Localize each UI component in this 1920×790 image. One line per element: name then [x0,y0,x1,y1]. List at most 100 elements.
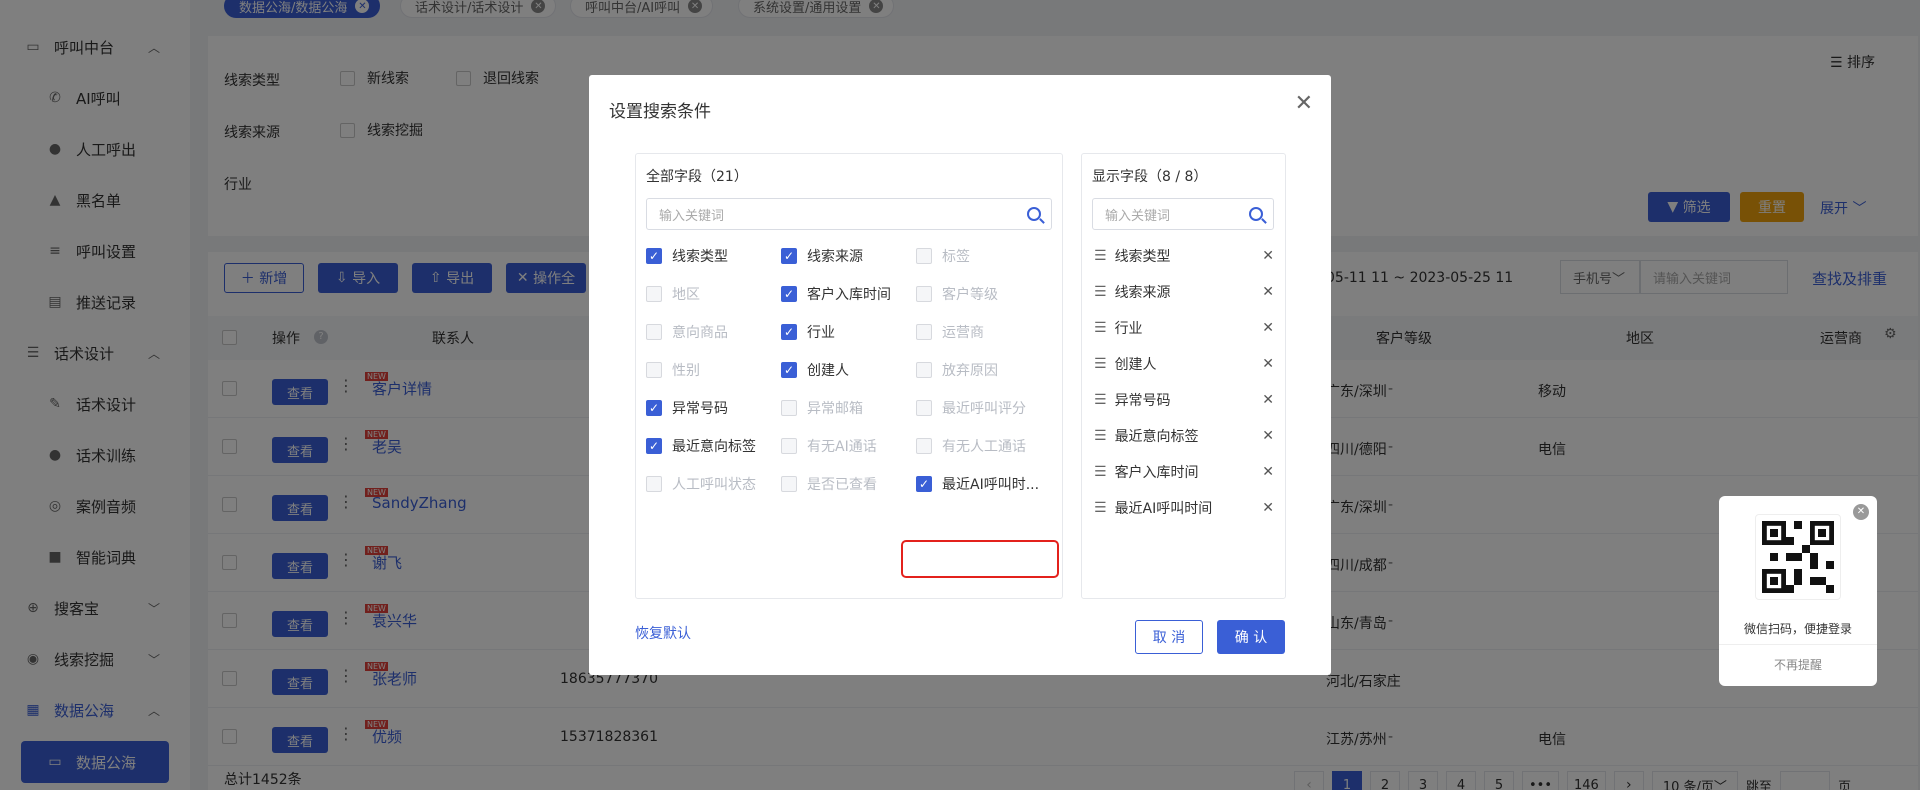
close-icon[interactable]: ✕ [1295,91,1313,116]
drag-handle-icon[interactable]: ☰ [1094,428,1107,444]
field-option: 是否已查看 [781,474,877,494]
drag-handle-icon[interactable]: ☰ [1094,356,1107,372]
selected-field-label: 行业 [1114,321,1143,337]
restore-default-link[interactable]: 恢复默认 [635,623,691,643]
checkbox [646,476,662,492]
selected-field-label: 最近AI呼叫时间 [1114,501,1213,517]
checkbox[interactable]: ✓ [646,438,662,454]
remove-icon[interactable]: ✕ [1262,464,1274,480]
all-fields-title: 全部字段（21） [646,169,748,185]
close-icon[interactable]: ✕ [1853,504,1869,520]
drag-handle-icon[interactable]: ☰ [1094,500,1107,516]
checkbox[interactable]: ✓ [781,286,797,302]
selected-field-item[interactable]: ☰ 异常号码 ✕ [1094,390,1274,410]
field-option[interactable]: ✓ 异常号码 [646,398,728,418]
selected-field-label: 线索类型 [1114,249,1171,265]
remove-icon[interactable]: ✕ [1262,356,1274,372]
checkbox[interactable]: ✓ [781,362,797,378]
all-fields-panel: 全部字段（21） 输入关键词 ✓ 线索类型 ✓ 线索来源 标签 地区 ✓ 客户入库时间 客户等级… [635,153,1063,599]
selected-field-item[interactable]: ☰ 线索来源 ✕ [1094,282,1274,302]
field-label: 最近AI呼叫时... [942,477,1040,493]
field-label: 客户入库时间 [807,287,891,303]
checkbox [916,248,932,264]
checkbox[interactable]: ✓ [646,400,662,416]
checkbox [646,286,662,302]
qr-code-icon [1762,521,1834,593]
highlight-box [901,540,1059,578]
remove-icon[interactable]: ✕ [1262,500,1274,516]
selected-field-item[interactable]: ☰ 线索类型 ✕ [1094,246,1274,266]
field-option[interactable]: ✓ 客户入库时间 [781,284,891,304]
field-option: 人工呼叫状态 [646,474,756,494]
field-option[interactable]: ✓ 线索来源 [781,246,863,266]
selected-field-item[interactable]: ☰ 最近AI呼叫时间 ✕ [1094,498,1274,518]
remove-icon[interactable]: ✕ [1262,392,1274,408]
drag-handle-icon[interactable]: ☰ [1094,320,1107,336]
field-label: 线索来源 [807,249,863,265]
selected-field-item[interactable]: ☰ 最近意向标签 ✕ [1094,426,1274,446]
checkbox [916,324,932,340]
field-option: 性别 [646,360,700,380]
confirm-button[interactable]: 确 认 [1217,620,1285,654]
drag-handle-icon[interactable]: ☰ [1094,392,1107,408]
field-option: 最近呼叫评分 [916,398,1026,418]
remove-icon[interactable]: ✕ [1262,248,1274,264]
field-label: 最近意向标签 [672,439,756,455]
field-label: 异常号码 [672,401,728,417]
field-option: 异常邮箱 [781,398,863,418]
field-label: 性别 [672,363,700,379]
drag-handle-icon[interactable]: ☰ [1094,464,1107,480]
field-label: 有无人工通话 [942,439,1026,455]
shown-fields-title: 显示字段（8 / 8） [1092,169,1208,185]
all-fields-search-input[interactable]: 输入关键词 [646,198,1052,230]
checkbox [781,476,797,492]
selected-field-item[interactable]: ☰ 创建人 ✕ [1094,354,1274,374]
field-option: 有无AI通话 [781,436,877,456]
selected-field-label: 最近意向标签 [1114,429,1199,445]
drag-handle-icon[interactable]: ☰ [1094,284,1107,300]
search-placeholder: 输入关键词 [1105,208,1171,224]
selected-field-item[interactable]: ☰ 行业 ✕ [1094,318,1274,338]
field-option[interactable]: ✓ 最近AI呼叫时... [916,474,1039,494]
field-option[interactable]: ✓ 线索类型 [646,246,728,266]
dialog-title: 设置搜索条件 [609,102,711,122]
field-label: 运营商 [942,325,984,341]
field-label: 人工呼叫状态 [672,477,756,493]
search-condition-dialog: 设置搜索条件 ✕ 全部字段（21） 输入关键词 ✓ 线索类型 ✓ 线索来源 标签 地区 ✓ 客… [589,75,1331,675]
selected-field-label: 创建人 [1114,357,1157,373]
field-option: 放弃原因 [916,360,998,380]
checkbox [916,400,932,416]
field-option: 意向商品 [646,322,728,342]
field-option[interactable]: ✓ 最近意向标签 [646,436,756,456]
field-option: 有无人工通话 [916,436,1026,456]
remove-icon[interactable]: ✕ [1262,428,1274,444]
field-label: 是否已查看 [807,477,877,493]
field-option[interactable]: ✓ 行业 [781,322,835,342]
qr-code [1755,514,1841,600]
drag-handle-icon[interactable]: ☰ [1094,248,1107,264]
field-label: 放弃原因 [942,363,998,379]
cancel-button[interactable]: 取 消 [1135,620,1203,654]
checkbox[interactable]: ✓ [781,248,797,264]
shown-fields-search-input[interactable]: 输入关键词 [1092,198,1274,230]
checkbox [916,362,932,378]
checkbox[interactable]: ✓ [646,248,662,264]
field-label: 有无AI通话 [807,439,877,455]
checkbox[interactable]: ✓ [916,476,932,492]
dismiss-link[interactable]: 不再提醒 [1719,656,1877,673]
field-label: 标签 [942,249,970,265]
selected-field-label: 客户入库时间 [1114,465,1199,481]
remove-icon[interactable]: ✕ [1262,320,1274,336]
remove-icon[interactable]: ✕ [1262,284,1274,300]
field-label: 创建人 [807,363,849,379]
field-label: 最近呼叫评分 [942,401,1026,417]
selected-field-label: 线索来源 [1114,285,1171,301]
field-label: 意向商品 [672,325,728,341]
selected-field-item[interactable]: ☰ 客户入库时间 ✕ [1094,462,1274,482]
field-option[interactable]: ✓ 创建人 [781,360,849,380]
search-icon[interactable] [1027,207,1041,221]
search-icon[interactable] [1249,207,1263,221]
checkbox [646,362,662,378]
checkbox[interactable]: ✓ [781,324,797,340]
search-placeholder: 输入关键词 [659,208,725,224]
